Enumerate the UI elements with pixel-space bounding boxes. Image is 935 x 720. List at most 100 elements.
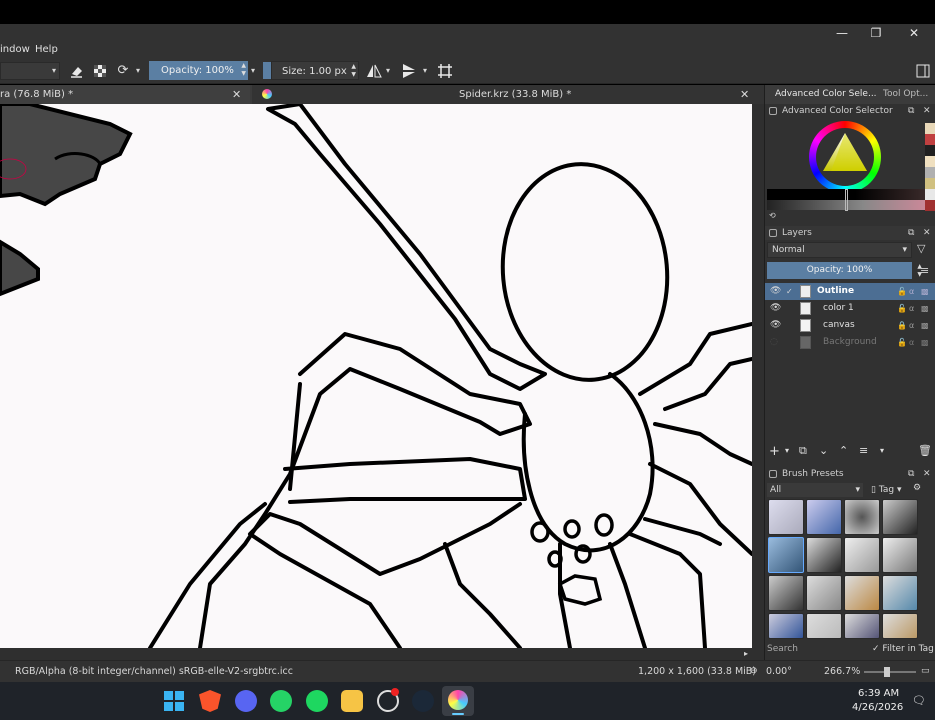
minimize-button[interactable]: — xyxy=(825,24,859,42)
layer-row[interactable]: 👁 color 1 🔓 α ▩ xyxy=(765,300,935,317)
lock-docker-icon[interactable] xyxy=(769,470,777,478)
obs-icon[interactable] xyxy=(377,688,399,712)
add-layer-icon[interactable]: + xyxy=(769,444,780,459)
brush-preset-tile[interactable] xyxy=(844,499,880,535)
close-icon[interactable]: ✕ xyxy=(923,467,931,481)
brush-preset-tile[interactable] xyxy=(768,537,804,573)
visibility-eye-icon[interactable]: ◌ xyxy=(770,334,778,351)
krita-taskbar-button[interactable] xyxy=(442,686,474,716)
close-icon[interactable]: ✕ xyxy=(923,104,931,118)
scroll-right-icon[interactable]: ▸ xyxy=(744,648,748,660)
menu-icon[interactable]: ≡ xyxy=(920,264,929,277)
spotify-icon[interactable] xyxy=(306,690,328,712)
tab-tool-options[interactable]: Tool Opt... xyxy=(883,85,928,104)
brush-preset-tile[interactable] xyxy=(882,537,918,573)
discord-icon[interactable] xyxy=(235,690,257,712)
tab-document-2[interactable]: Spider.krz (33.8 MiB) * ✕ xyxy=(252,85,764,104)
brush-preset-tile[interactable] xyxy=(806,537,842,573)
notification-icon[interactable]: 🗨 xyxy=(912,694,926,707)
vertical-scrollbar[interactable] xyxy=(752,104,764,648)
file-explorer-icon[interactable] xyxy=(341,690,363,712)
chevron-down-icon[interactable]: ▾ xyxy=(386,66,390,75)
alpha-lock-icon[interactable]: ▩ xyxy=(921,283,929,300)
wrap-around-icon[interactable] xyxy=(436,62,454,80)
brush-preset-tile[interactable] xyxy=(882,575,918,611)
float-icon[interactable]: ⧉ xyxy=(908,467,914,481)
opacity-spinbox[interactable]: Opacity: 100% ▲ ▼ xyxy=(149,61,248,80)
close-icon[interactable]: ✕ xyxy=(740,85,749,104)
visibility-eye-icon[interactable]: 👁 xyxy=(770,317,781,334)
eraser-icon[interactable] xyxy=(68,62,86,80)
filter-in-tag-checkbox[interactable]: ✓ Filter in Tag xyxy=(872,642,935,656)
color-wheel[interactable] xyxy=(809,121,881,193)
brush-preset-tile[interactable] xyxy=(882,613,918,639)
brush-preset-tile[interactable] xyxy=(806,613,842,639)
chevron-down-icon[interactable]: ▾ xyxy=(136,66,140,75)
layer-row[interactable]: 👁 ✓ Outline 🔓 α ▩ xyxy=(765,283,935,300)
brush-preset-tile[interactable] xyxy=(768,575,804,611)
delete-layer-icon[interactable]: 🗑 xyxy=(918,444,932,457)
chevron-down-icon[interactable]: ▾ xyxy=(785,446,789,455)
close-window-button[interactable]: ✕ xyxy=(897,24,931,42)
alpha-lock-icon[interactable]: ▩ xyxy=(921,300,929,317)
chevron-down-icon[interactable]: ▾ xyxy=(423,66,427,75)
visibility-eye-icon[interactable]: 👁 xyxy=(770,283,781,300)
move-down-icon[interactable]: ⌄ xyxy=(819,444,828,457)
layer-lock-icon[interactable]: 🔓 xyxy=(897,334,907,351)
brush-preset-tile[interactable] xyxy=(844,613,880,639)
color-history[interactable] xyxy=(925,123,935,223)
brush-preset-tile[interactable] xyxy=(768,613,804,639)
spin-arrows-icon[interactable]: ▲ ▼ xyxy=(241,62,246,78)
steam-icon[interactable] xyxy=(412,690,434,712)
canvas-only-icon[interactable]: ▭ xyxy=(921,666,930,676)
close-icon[interactable]: ✕ xyxy=(232,85,241,104)
move-up-icon[interactable]: ⌃ xyxy=(839,444,848,457)
panel-toggle-icon[interactable] xyxy=(914,62,932,80)
menu-help[interactable]: Help xyxy=(35,42,58,58)
brush-search-input[interactable]: Search xyxy=(767,642,863,656)
brush-preset-tile[interactable] xyxy=(768,499,804,535)
reload-preset-icon[interactable]: ⟳ xyxy=(114,62,132,80)
brush-preset-tile[interactable] xyxy=(844,537,880,573)
layer-lock-icon[interactable]: 🔓 xyxy=(897,283,907,300)
brush-preset-tile[interactable] xyxy=(806,499,842,535)
alpha-icon[interactable]: α xyxy=(909,300,914,317)
alpha-lock-icon[interactable]: ▩ xyxy=(921,334,929,351)
alpha-icon[interactable]: α xyxy=(909,334,914,351)
brush-preset-tile[interactable] xyxy=(844,575,880,611)
tab-advanced-color[interactable]: Advanced Color Sele... xyxy=(775,85,877,104)
chevron-down-icon[interactable]: ▾ xyxy=(251,66,255,75)
layer-lock-icon[interactable]: 🔓 xyxy=(897,300,907,317)
layer-opacity-spinbox[interactable]: Opacity: 100% ▲ ▼ xyxy=(767,262,922,279)
float-icon[interactable]: ⧉ xyxy=(908,226,914,240)
brush-filter-select[interactable]: All ▾ xyxy=(767,483,863,497)
alpha-lock-icon[interactable]: ▩ xyxy=(921,317,929,334)
layer-name[interactable]: color 1 xyxy=(823,300,854,317)
layer-name[interactable]: Outline xyxy=(817,283,854,300)
filter-icon[interactable]: ▽ xyxy=(917,242,925,255)
float-icon[interactable]: ⧉ xyxy=(908,104,914,118)
alpha-icon[interactable]: α xyxy=(909,283,914,300)
menu-window[interactable]: indow xyxy=(0,42,30,58)
horizontal-scrollbar[interactable]: ▸ xyxy=(0,648,764,660)
tab-document-1[interactable]: ra (76.8 MiB) * ✕ xyxy=(0,85,250,104)
size-spinbox[interactable]: Size: 1.00 px ▲ ▼ xyxy=(271,61,359,80)
checkmark-icon[interactable]: ✓ xyxy=(786,283,793,300)
windows-start-icon[interactable] xyxy=(163,690,185,712)
whatsapp-icon[interactable] xyxy=(270,690,292,712)
layer-row[interactable]: ◌ Background 🔓 α ▩ xyxy=(765,334,935,351)
zoom-slider[interactable] xyxy=(864,667,916,677)
spin-arrows-icon[interactable]: ▲ ▼ xyxy=(351,63,356,79)
duplicate-layer-icon[interactable]: ⧉ xyxy=(799,444,807,458)
settings-icon[interactable]: ⚙ xyxy=(913,483,921,493)
drawing-canvas[interactable] xyxy=(0,104,752,648)
mirror-horizontal-icon[interactable] xyxy=(365,62,383,80)
lock-docker-icon[interactable] xyxy=(769,229,777,237)
close-icon[interactable]: ✕ xyxy=(923,226,931,240)
clock-date[interactable]: 4/26/2026 xyxy=(852,702,903,713)
brush-preset-dropdown[interactable]: ▾ xyxy=(0,62,60,80)
chevron-down-icon[interactable]: ▾ xyxy=(880,446,884,455)
clock-time[interactable]: 6:39 AM xyxy=(858,688,899,699)
shade-marker[interactable] xyxy=(845,189,848,211)
brave-browser-icon[interactable] xyxy=(199,690,221,712)
